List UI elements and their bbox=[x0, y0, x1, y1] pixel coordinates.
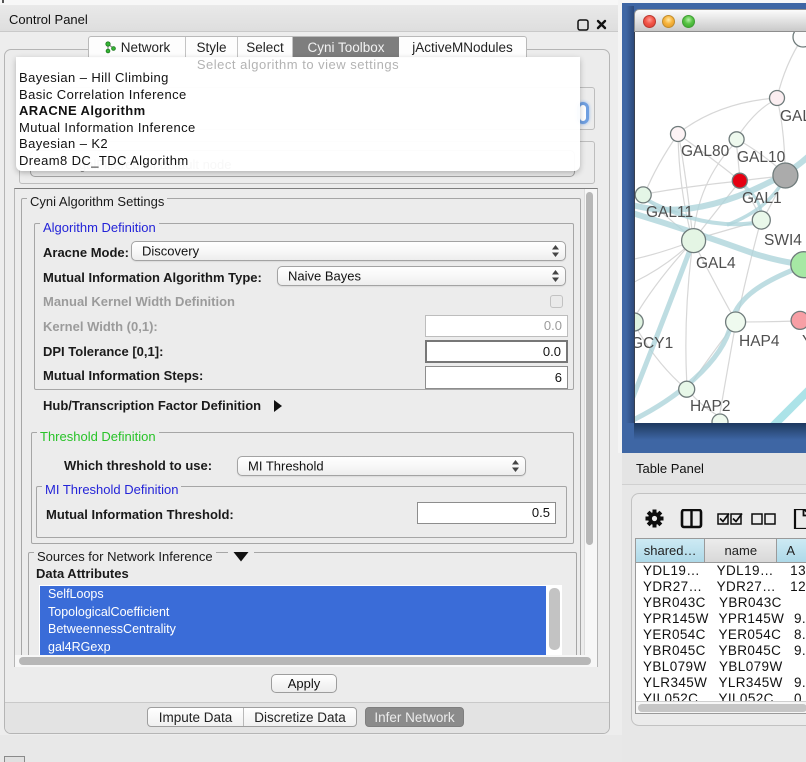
svg-text:GAL7: GAL7 bbox=[780, 108, 806, 125]
svg-text:GAL4: GAL4 bbox=[696, 255, 736, 272]
svg-text:GAL11: GAL11 bbox=[646, 204, 693, 221]
svg-text:Y: Y bbox=[802, 333, 806, 350]
svg-text:HAP2: HAP2 bbox=[690, 398, 731, 415]
svg-text:GAL1: GAL1 bbox=[742, 190, 782, 207]
svg-text:GAL80: GAL80 bbox=[681, 143, 730, 160]
svg-text:SWI4: SWI4 bbox=[764, 232, 802, 249]
svg-text:GCY1: GCY1 bbox=[635, 335, 673, 352]
svg-text:HAP4: HAP4 bbox=[739, 333, 780, 350]
svg-text:GAL10: GAL10 bbox=[737, 149, 786, 166]
